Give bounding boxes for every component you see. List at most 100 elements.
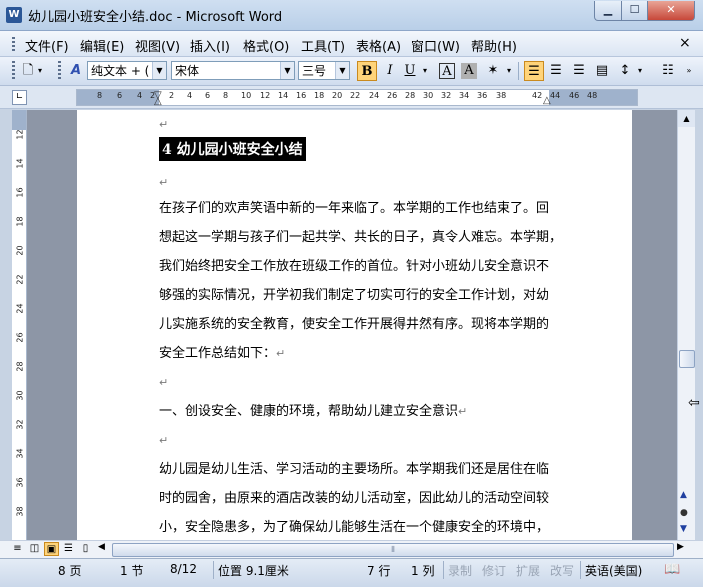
font-dropdown[interactable]: 宋体 ▼ (171, 61, 295, 80)
scroll-left-arrow-icon[interactable]: ◀ (98, 542, 105, 552)
style-dropdown[interactable]: 纯文本 + ( ▼ (87, 61, 167, 80)
browse-object-icon[interactable]: ● (680, 508, 688, 518)
character-scaling-icon[interactable]: ✶ (483, 61, 503, 81)
body-line[interactable]: 想起这一学期与孩子们一起共学、共长的日子，真令人难忘。本学期， (159, 223, 562, 252)
body-line[interactable]: 幼儿园是幼儿生活、学习活动的主要场所。本学期我们还是居住在临 (159, 455, 549, 484)
body-line[interactable]: 小，安全隐患多，为了确保幼儿能够生活在一个健康安全的环境中， (159, 513, 549, 542)
status-track-changes[interactable]: 修订 (482, 562, 506, 579)
body-line[interactable]: 我们始终把安全工作放在班级工作的首位。针对小班幼儿安全意识不 (159, 252, 549, 281)
spelling-check-icon[interactable]: 📖 (664, 562, 680, 577)
title-bar: W 幼儿园小班安全小结.doc - Microsoft Word ▁ ☐ ✕ (0, 0, 703, 31)
close-document-button[interactable]: × (679, 35, 691, 51)
ruler-tick-label: 28 (405, 91, 416, 100)
status-page-of[interactable]: 8/12 (170, 562, 197, 576)
vertical-scroll-thumb[interactable] (679, 350, 695, 368)
status-line[interactable]: 7 行 (367, 562, 390, 579)
italic-button[interactable]: I (380, 61, 400, 81)
document-page[interactable]: ↵ 4 幼儿园小班安全小结 ↵ 在孩子们的欢声笑语中新的一年来临了。本学期的工作… (77, 110, 632, 540)
styles-pane-icon[interactable]: A (66, 61, 86, 81)
section-heading[interactable]: 一、创设安全、健康的环境，帮助幼儿建立安全意识↵ (159, 397, 467, 426)
scaling-options-icon[interactable]: ▾ (504, 61, 514, 81)
ruler-tick-label: 26 (387, 91, 398, 100)
body-line[interactable]: 够强的实际情况，开学初我们制定了切实可行的安全工作计划，对幼 (159, 281, 549, 310)
menu-insert[interactable]: 插入(I) (190, 36, 230, 55)
body-line[interactable]: 在孩子们的欢声笑语中新的一年来临了。本学期的工作也结束了。回 (159, 194, 549, 223)
vertical-ruler-tick-label: 24 (15, 303, 25, 314)
status-position[interactable]: 位置 9.1厘米 (218, 562, 289, 579)
chevron-down-icon: ▼ (280, 62, 294, 79)
web-view-icon[interactable]: ◫ (27, 542, 42, 556)
underline-button[interactable]: U (400, 61, 420, 81)
minimize-button[interactable]: ▁ (594, 1, 622, 21)
previous-page-icon[interactable]: ▲ (680, 490, 687, 500)
toolbar-grip-handle-2[interactable] (58, 61, 61, 81)
underline-options-icon[interactable]: ▾ (420, 61, 430, 81)
horizontal-ruler[interactable]: 8 6 4 2 2 4 6 8 10 12 14 16 18 20 22 24 26 28 30 32 34 36 38 42… (76, 89, 638, 107)
toolbar-grip-handle[interactable] (12, 61, 15, 81)
maximize-icon: ☐ (629, 3, 640, 16)
word-app-icon[interactable]: W (6, 7, 22, 23)
ruler-tick-label: 22 (350, 91, 361, 100)
vertical-ruler[interactable]: 12 14 16 18 20 22 24 26 28 30 32 34 36 38 (12, 110, 27, 540)
align-right-icon[interactable]: ☰ (569, 61, 589, 81)
line-spacing-icon[interactable]: ↕ (615, 61, 635, 81)
menu-window[interactable]: 窗口(W) (411, 36, 460, 55)
body-line[interactable]: 儿实施系统的安全教育，使安全工作开展得井然有序。现将本学期的 (159, 310, 549, 339)
ruler-tick-label: 46 (569, 91, 580, 100)
numbering-icon[interactable]: ☷ (658, 61, 678, 81)
status-overtype[interactable]: 改写 (550, 562, 574, 579)
menu-file[interactable]: 文件(F) (25, 36, 69, 55)
paragraph-mark: ↵ (458, 405, 468, 418)
status-extend[interactable]: 扩展 (516, 562, 540, 579)
menu-tools[interactable]: 工具(T) (301, 36, 345, 55)
body-line-text: 安全工作总结如下： (159, 346, 277, 361)
maximize-button[interactable]: ☐ (621, 1, 648, 21)
document-area[interactable]: ↵ 4 幼儿园小班安全小结 ↵ 在孩子们的欢声笑语中新的一年来临了。本学期的工作… (27, 110, 677, 540)
hanging-indent-marker[interactable]: △ (154, 96, 162, 107)
menu-bar: 文件(F) 编辑(E) 视图(V) 插入(I) 格式(O) 工具(T) 表格(A… (0, 31, 703, 57)
menu-table[interactable]: 表格(A) (356, 36, 401, 55)
horizontal-scroll-thumb[interactable]: ⦀ (112, 543, 674, 557)
right-indent-marker[interactable]: △ (543, 95, 551, 106)
reading-view-icon[interactable]: ▯ (78, 542, 93, 556)
ruler-tick-label: 12 (260, 91, 271, 100)
menu-grip-handle[interactable] (12, 37, 15, 51)
status-separator (443, 561, 444, 579)
align-left-icon[interactable]: ☰ (524, 61, 544, 81)
scroll-right-arrow-icon[interactable]: ▶ (677, 542, 684, 552)
vertical-ruler-tick-label: 16 (15, 187, 25, 198)
line-spacing-options-icon[interactable]: ▾ (635, 61, 645, 81)
vertical-scrollbar[interactable]: ▲ ▲ ● ▼ (677, 110, 695, 540)
horizontal-scrollbar[interactable]: ≡ ◫ ▣ ☰ ▯ ◀ ⦀ ▶ (0, 540, 703, 558)
window-title: 幼儿园小班安全小结.doc - Microsoft Word (28, 10, 283, 25)
heading-selected[interactable]: 4 幼儿园小班安全小结 (159, 137, 306, 161)
status-language[interactable]: 英语(美国) (585, 562, 642, 579)
toolbar-overflow-icon[interactable]: » (683, 61, 695, 81)
body-line[interactable]: 安全工作总结如下：↵ (159, 339, 285, 368)
outline-view-icon[interactable]: ☰ (61, 542, 76, 556)
menu-view[interactable]: 视图(V) (135, 36, 180, 55)
vertical-ruler-tick-label: 14 (15, 158, 25, 169)
scroll-up-arrow-icon[interactable]: ▲ (678, 110, 695, 127)
align-center-icon[interactable]: ☰ (546, 61, 566, 81)
menu-edit[interactable]: 编辑(E) (80, 36, 124, 55)
status-column[interactable]: 1 列 (411, 562, 434, 579)
print-layout-view-icon[interactable]: ▣ (44, 542, 59, 556)
status-section[interactable]: 1 节 (120, 562, 143, 579)
status-page[interactable]: 8 页 (58, 562, 81, 579)
menu-help[interactable]: 帮助(H) (471, 36, 517, 55)
normal-view-icon[interactable]: ≡ (10, 542, 25, 556)
next-page-icon[interactable]: ▼ (680, 524, 687, 534)
character-shading-button[interactable]: A (461, 63, 477, 79)
close-button[interactable]: ✕ (647, 1, 695, 21)
font-size-dropdown[interactable]: 三号 ▼ (298, 61, 350, 80)
status-record[interactable]: 录制 (448, 562, 472, 579)
body-line[interactable]: 时的园舍，由原来的酒店改装的幼儿活动室，因此幼儿的活动空间较 (159, 484, 549, 513)
character-border-button[interactable]: A (439, 63, 455, 79)
justify-icon[interactable]: ▤ (592, 61, 612, 81)
ruler-tick-label: 48 (587, 91, 598, 100)
menu-format[interactable]: 格式(O) (243, 36, 289, 55)
bold-button[interactable]: B (357, 61, 377, 81)
tab-selector-button[interactable]: ∟ (12, 90, 27, 105)
toolbar-options-icon[interactable]: ▾ (35, 61, 45, 81)
